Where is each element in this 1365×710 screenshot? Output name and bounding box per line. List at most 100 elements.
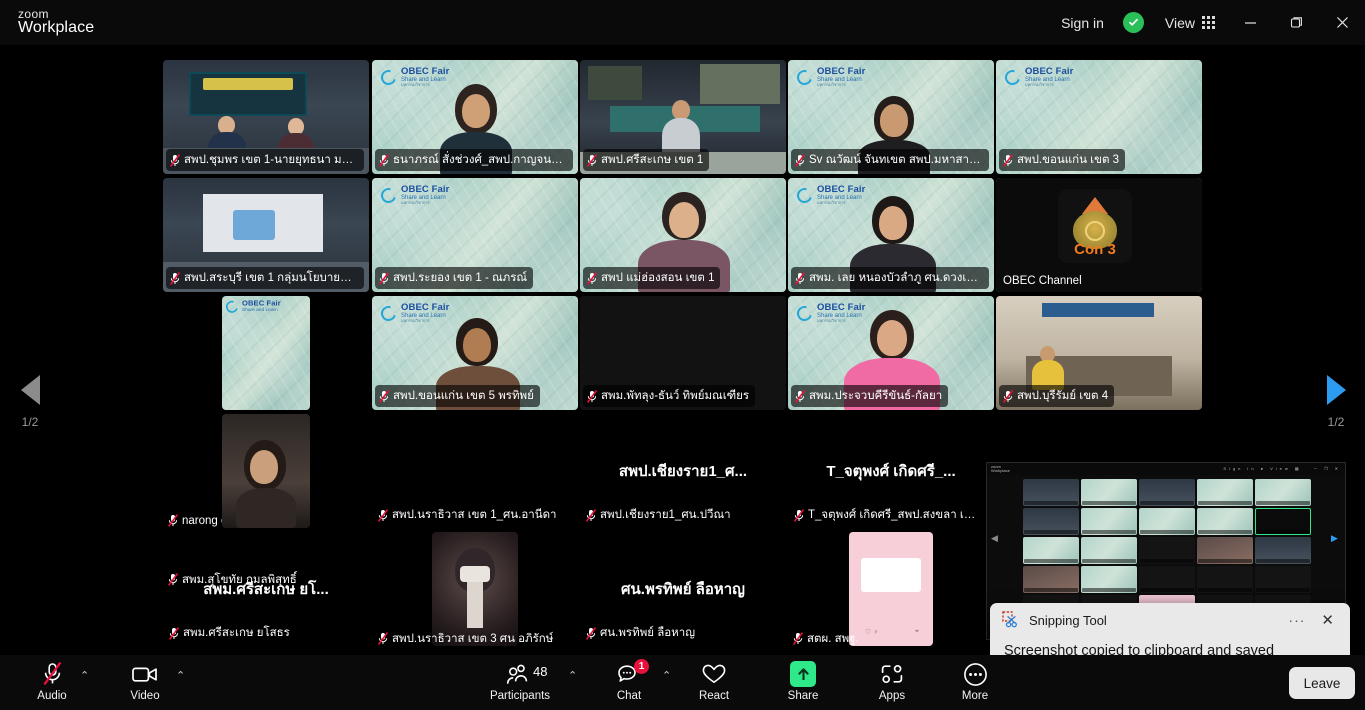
tile-name-label: T_จตุพงศ์ เกิดศรี_สพป.สงขลา เขต 2 — [790, 504, 988, 526]
tile-name-label: ศน.พรทิพย์ ลือหาญ — [582, 622, 701, 644]
obec-fair-logo: OBEC Fair Share and Learn มหกรรมวิชาการ — [1002, 66, 1073, 88]
gallery-next-page[interactable]: 1/2 — [1308, 375, 1364, 429]
audio-button[interactable]: Audio — [15, 661, 89, 702]
con3-logo-text: Con 3 — [1074, 241, 1116, 258]
tile-name-text: สพป.ศรีสะเกษ เขต 1 — [601, 154, 704, 166]
video-tile[interactable]: OBEC Fair Share and Learn มหกรรมวิชาการ สพ… — [996, 60, 1202, 174]
tile-name-label: สพป.บุรีรัมย์ เขต 4 — [999, 385, 1115, 407]
muted-microphone-icon — [795, 153, 805, 167]
obec-mark-icon — [1002, 66, 1023, 88]
muted-microphone-icon — [378, 508, 388, 522]
chat-options-caret[interactable]: ⌃ — [662, 669, 671, 682]
apps-label: Apps — [878, 690, 906, 702]
maximize-restore-window-button[interactable] — [1273, 0, 1319, 45]
tile-name-text: สพม.พัทลุง-ธันว์ ทิพย์มณเฑียร — [601, 390, 750, 402]
page-indicator-right: 1/2 — [1327, 415, 1345, 429]
leave-meeting-button[interactable]: Leave — [1289, 667, 1355, 699]
tile-name-text: สพม.ประจวบคีรีขันธ์-กัลยา — [809, 390, 943, 402]
video-tile[interactable]: OBEC Fair Share and Learn มหกรรมวิชาการ สพ… — [788, 296, 994, 410]
muted-microphone-icon — [379, 389, 389, 403]
muted-microphone-icon — [169, 626, 179, 640]
video-tile[interactable]: สพป แม่ฮ่องสอน เขต 1 — [580, 178, 786, 292]
chat-button[interactable]: Chat — [592, 661, 666, 702]
muted-microphone-icon — [1003, 153, 1013, 167]
obec-fair-logo: OBEC Fair Share and Learn มหกรรมวิชาการ — [794, 67, 865, 88]
video-options-caret[interactable]: ⌃ — [176, 669, 185, 682]
audio-tile-display-name: ศน.พรทิพย์ ลือหาญ — [621, 581, 745, 598]
title-bar: zoom Workplace Sign in View — [0, 0, 1365, 45]
tile-name-label: Sv ณวัฒน์ จันทเขต สพป.มหาสาร... — [791, 149, 989, 171]
participants-options-caret[interactable]: ⌃ — [568, 669, 577, 682]
toast-close-button[interactable]: ✕ — [1313, 611, 1342, 629]
obec-fair-logo: OBEC Fair Share and Learn มหกรรมวิชาการ — [378, 302, 449, 324]
obec-mark-icon — [794, 302, 815, 324]
preview-prev-arrow-icon: ◀ — [991, 533, 998, 543]
video-tile[interactable]: สพป.บุรีรัมย์ เขต 4 — [996, 296, 1202, 410]
audio-only-tile[interactable]: สพม.ศรีสะเกษ ยโ... สพม.ศรีสะเกษ ยโสธร — [163, 532, 369, 646]
muted-microphone-icon — [795, 271, 805, 285]
toast-more-options-button[interactable]: ··· — [1280, 612, 1313, 628]
video-tile[interactable]: สพป.ชุมพร เขต 1-นายยุทธนา มรกต — [163, 60, 369, 174]
preview-next-arrow-icon: ▶ — [1331, 533, 1338, 543]
muted-microphone-icon — [587, 271, 597, 285]
tile-name-label: สพป.ชุมพร เขต 1-นายยุทธนา มรกต — [166, 149, 364, 171]
tile-name-text: สพป.นราธิวาส เขต 3 ศน อภิรักษ์ — [392, 632, 554, 645]
close-window-button[interactable] — [1319, 0, 1365, 45]
minimize-window-button[interactable] — [1227, 0, 1273, 45]
obec-mark-icon — [378, 184, 399, 206]
react-button[interactable]: React — [677, 661, 751, 702]
toast-app-name: Snipping Tool — [1029, 612, 1107, 628]
tile-name-label: ธนาภรณ์ สั่งช่วงศ์_สพป.กาญจนบุรี... — [375, 149, 573, 171]
audio-label: Audio — [37, 690, 67, 702]
muted-microphone-icon — [379, 153, 389, 167]
tile-name-text: OBEC Channel — [1003, 275, 1082, 287]
microphone-muted-icon — [15, 661, 89, 687]
tile-name-label: สพป.ศรีสะเกษ เขต 1 — [583, 149, 710, 171]
audio-only-tile[interactable]: ศน.พรทิพย์ ลือหาญ ศน.พรทิพย์ ลือหาญ — [580, 532, 786, 646]
con3-logo: Con 3 — [1058, 189, 1132, 263]
page-indicator-left: 1/2 — [21, 415, 39, 429]
obec-mark-icon — [223, 298, 241, 315]
tile-name-text: ธนาภรณ์ สั่งช่วงศ์_สพป.กาญจนบุรี... — [393, 154, 567, 166]
grid-layout-icon — [1202, 16, 1215, 29]
preview-title-bar: zoom Workplace Sign in ● View ▦ ─ ❐ ✕ — [987, 463, 1345, 475]
video-button[interactable]: Video — [108, 661, 182, 702]
video-tile[interactable]: OBEC Fair Share and Learn มหกรรมวิชาการ สพ… — [372, 178, 578, 292]
prev-page-arrow-icon — [20, 375, 40, 405]
video-tile[interactable]: สพป.ศรีสะเกษ เขต 1 — [580, 60, 786, 174]
sign-in-button[interactable]: Sign in — [1051, 15, 1114, 31]
tile-name-text: T_จตุพงศ์ เกิดศรี_สพป.สงขลา เขต 2 — [808, 509, 982, 521]
tile-name-text: สพม.ศรีสะเกษ ยโสธร — [183, 627, 290, 639]
heart-icon — [677, 661, 751, 687]
share-screen-button[interactable]: Share — [766, 661, 840, 702]
obec-mark-icon — [378, 302, 399, 324]
tile-name-text: สพป.บุรีรัมย์ เขต 4 — [1017, 390, 1109, 402]
video-tile[interactable]: OBEC Fair Share and Learn มหกรรมวิชาการ ธน… — [372, 60, 578, 174]
gallery-prev-page[interactable]: 1/2 — [2, 375, 58, 429]
obec-mark-icon — [794, 184, 815, 206]
chat-unread-badge: 1 — [634, 659, 649, 674]
audio-only-tile[interactable]: สพป.เชียงราย1_ศ... สพป.เชียงราย1_ศน.ปวีณ… — [580, 414, 786, 528]
tile-name-text: สพป.นราธิวาส เขต 1_ศน.อานีดา — [392, 509, 557, 521]
audio-only-tile[interactable]: T_จตุพงศ์ เกิดศรี_... T_จตุพงศ์ เกิดศรี_… — [788, 414, 994, 528]
video-tile-active-speaker[interactable]: Con 3 OBEC Channel — [996, 178, 1202, 292]
video-tile[interactable]: OBEC Fair Share and Learn มหกรรมวิชาการ สพ… — [372, 296, 578, 410]
tile-name-label: สพป.นราธิวาส เขต 1_ศน.อานีดา — [374, 504, 563, 526]
tile-name-text: สพป.ขอนแก่น เขต 5 พรทิพย์ — [393, 390, 534, 402]
react-label: React — [698, 690, 730, 702]
tile-name-label: สพม.พัทลุง-ธันว์ ทิพย์มณเฑียร — [583, 385, 756, 407]
tile-name-label: สพม.ศรีสะเกษ ยโสธร — [165, 622, 296, 644]
view-layout-button[interactable]: View — [1153, 15, 1227, 31]
muted-microphone-icon — [170, 271, 180, 285]
more-options-button[interactable]: More — [938, 661, 1012, 702]
video-tile[interactable]: สพม.พัทลุง-ธันว์ ทิพย์มณเฑียร — [580, 296, 786, 410]
video-tile[interactable]: สพป.สระบุรี เขต 1 กลุ่มนโยบายและ... — [163, 178, 369, 292]
apps-button[interactable]: Apps — [855, 661, 929, 702]
security-shield-icon[interactable] — [1122, 12, 1144, 33]
audio-options-caret[interactable]: ⌃ — [80, 669, 89, 682]
audio-only-tile[interactable]: สพป.นราธิวาส เขต 1_ศน.อานีดา — [372, 414, 578, 528]
video-tile[interactable]: OBEC Fair Share and Learn มหกรรมวิชาการ Sv… — [788, 60, 994, 174]
muted-microphone-icon — [586, 626, 596, 640]
video-tile[interactable]: OBEC Fair Share and Learn มหกรรมวิชาการ สพ… — [788, 178, 994, 292]
muted-microphone-icon — [587, 389, 597, 403]
